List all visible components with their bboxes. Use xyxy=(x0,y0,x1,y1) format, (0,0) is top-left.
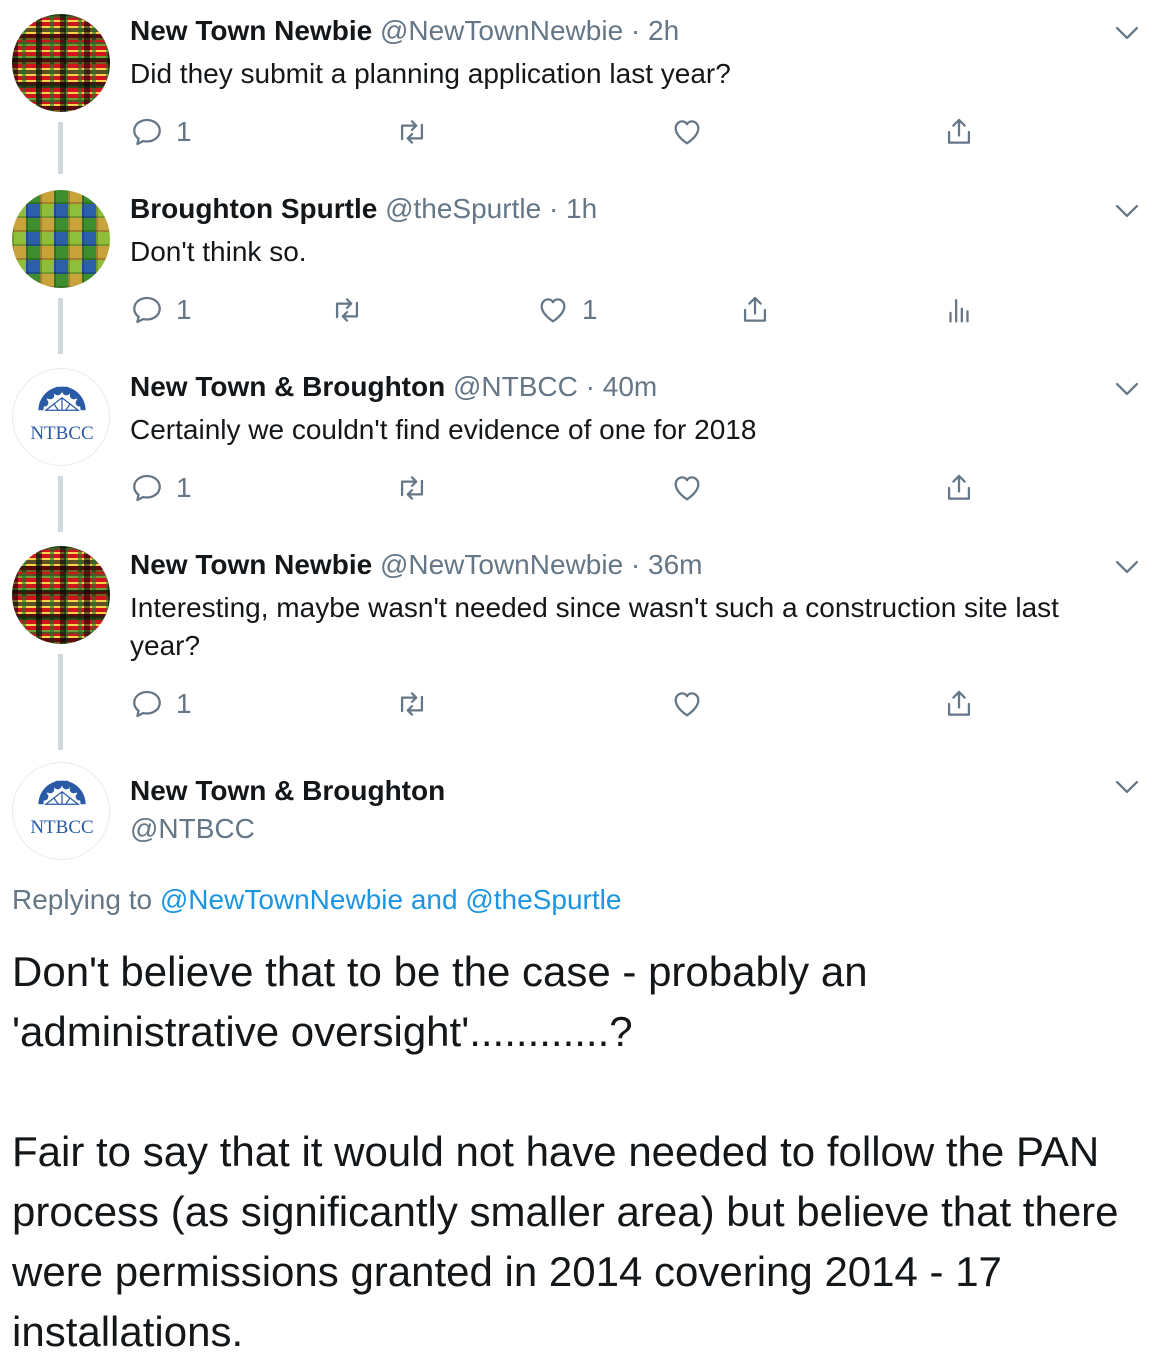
tweet[interactable]: Broughton Spurtle @theSpurtle · 1h Don't… xyxy=(0,178,1162,356)
reply-count: 1 xyxy=(176,116,192,147)
user-handle[interactable]: @NewTownNewbie xyxy=(380,549,623,580)
reply-user-link[interactable]: @NewTownNewbie xyxy=(160,884,403,915)
tweet-actions: 1 xyxy=(130,468,1030,508)
reply-button[interactable]: 1 xyxy=(130,468,192,508)
timestamp[interactable]: 1h xyxy=(566,193,597,224)
chevron-down-icon[interactable] xyxy=(1110,372,1144,406)
chevron-down-icon[interactable] xyxy=(1110,770,1144,804)
separator: · xyxy=(630,549,641,580)
tweet[interactable]: NTBCC New Town & Broughton @NTBCC · 40m … xyxy=(0,356,1162,534)
thread-line xyxy=(58,298,63,354)
reply-icon xyxy=(130,471,164,505)
avatar[interactable] xyxy=(12,546,110,644)
tweet-thread: { "tweets": [ { "name": "New Town Newbie… xyxy=(0,0,1162,1364)
timestamp[interactable]: 2h xyxy=(648,15,679,46)
tweet-text: Did they submit a planning application l… xyxy=(130,58,731,89)
tweet[interactable]: New Town Newbie @NewTownNewbie · 36m Int… xyxy=(0,534,1162,752)
tweet-text: Interesting, maybe wasn't needed since w… xyxy=(130,592,1059,661)
separator: · xyxy=(585,371,595,402)
avatar-label: NTBCC xyxy=(30,817,94,838)
thread-line xyxy=(58,122,63,174)
retweet-button[interactable] xyxy=(395,468,429,508)
main-tweet-text: Don't believe that to be the case - prob… xyxy=(12,948,1119,1355)
tweet-header: New Town & Broughton @NTBCC · 40m xyxy=(130,370,657,404)
user-handle[interactable]: @NewTownNewbie xyxy=(380,15,623,46)
share-icon xyxy=(738,293,772,327)
like-button[interactable] xyxy=(670,684,704,724)
retweet-icon xyxy=(330,293,364,327)
user-handle[interactable]: @NTBCC xyxy=(453,371,578,402)
reply-count: 1 xyxy=(176,472,192,503)
share-icon xyxy=(942,115,976,149)
tweet-actions: 1 xyxy=(130,112,1030,152)
like-count: 1 xyxy=(582,294,598,325)
display-name[interactable]: New Town Newbie xyxy=(130,15,372,46)
heart-icon xyxy=(670,471,704,505)
retweet-button[interactable] xyxy=(395,112,429,152)
share-button[interactable] xyxy=(942,468,976,508)
reply-icon xyxy=(130,115,164,149)
heart-icon xyxy=(536,293,570,327)
retweet-button[interactable] xyxy=(395,684,429,724)
display-name-text: New Town & Broughton xyxy=(130,775,446,806)
display-name[interactable]: Broughton Spurtle xyxy=(130,193,377,224)
replying-prefix: Replying to xyxy=(12,884,153,915)
user-handle-text: @NTBCC xyxy=(130,813,255,844)
display-name[interactable]: New Town Newbie xyxy=(130,549,372,580)
analytics-icon xyxy=(942,293,976,327)
retweet-icon xyxy=(395,687,429,721)
reply-icon xyxy=(130,687,164,721)
avatar[interactable]: NTBCC xyxy=(12,368,110,466)
timestamp[interactable]: 36m xyxy=(648,549,702,580)
share-button[interactable] xyxy=(942,684,976,724)
reply-button[interactable]: 1 xyxy=(130,684,192,724)
heart-icon xyxy=(670,115,704,149)
tweet-header: Broughton Spurtle @theSpurtle · 1h xyxy=(130,192,597,226)
avatar[interactable] xyxy=(12,190,110,288)
avatar[interactable]: NTBCC xyxy=(12,762,110,860)
tweet-actions: 1 1 xyxy=(130,290,1030,330)
timestamp[interactable]: 40m xyxy=(603,371,657,402)
tweet-text: Certainly we couldn't find evidence of o… xyxy=(130,414,757,445)
like-button[interactable]: 1 xyxy=(536,290,598,330)
display-name[interactable]: New Town & Broughton xyxy=(130,371,445,402)
user-handle[interactable]: @theSpurtle xyxy=(385,193,541,224)
reply-count: 1 xyxy=(176,294,192,325)
separator: · xyxy=(630,15,641,46)
tweet-actions: 1 xyxy=(130,684,1030,724)
retweet-button[interactable] xyxy=(330,290,364,330)
avatar[interactable] xyxy=(12,14,110,112)
heart-icon xyxy=(670,687,704,721)
reply-and[interactable]: and xyxy=(411,884,458,915)
reply-user-link[interactable]: @theSpurtle xyxy=(465,884,621,915)
share-button[interactable] xyxy=(942,112,976,152)
replying-to: Replying to @NewTownNewbie and @theSpurt… xyxy=(12,882,621,918)
like-button[interactable] xyxy=(670,112,704,152)
separator: · xyxy=(548,193,559,224)
share-icon xyxy=(942,471,976,505)
thread-line xyxy=(58,476,63,532)
analytics-button[interactable] xyxy=(942,290,976,330)
share-icon xyxy=(942,687,976,721)
retweet-icon xyxy=(395,115,429,149)
share-button[interactable] xyxy=(738,290,772,330)
reply-count: 1 xyxy=(176,688,192,719)
chevron-down-icon[interactable] xyxy=(1110,16,1144,50)
tweet-header: New Town Newbie @NewTownNewbie · 36m xyxy=(130,548,703,582)
tweet[interactable]: New Town Newbie @NewTownNewbie · 2h Did … xyxy=(0,0,1162,178)
user-handle[interactable]: @NTBCC xyxy=(130,812,255,846)
reply-button[interactable]: 1 xyxy=(130,290,192,330)
chevron-down-icon[interactable] xyxy=(1110,194,1144,228)
display-name[interactable]: New Town & Broughton xyxy=(130,774,445,808)
reply-button[interactable]: 1 xyxy=(130,112,192,152)
tweet-text: Don't think so. xyxy=(130,236,307,267)
reply-icon xyxy=(130,293,164,327)
thread-line xyxy=(58,654,63,750)
chevron-down-icon[interactable] xyxy=(1110,550,1144,584)
like-button[interactable] xyxy=(670,468,704,508)
retweet-icon xyxy=(395,471,429,505)
tweet-header: New Town Newbie @NewTownNewbie · 2h xyxy=(130,14,679,48)
avatar-label: NTBCC xyxy=(30,423,94,444)
